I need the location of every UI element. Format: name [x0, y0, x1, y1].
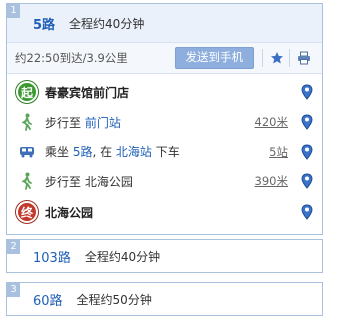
- map-pin-icon[interactable]: [300, 84, 314, 100]
- step-end: 终 北海公园: [15, 196, 314, 228]
- map-pin-icon[interactable]: [300, 114, 314, 130]
- route-total-time: 全程约50分钟: [76, 292, 152, 307]
- stop-count[interactable]: 5站: [248, 144, 288, 160]
- route-summary-bar: 约22:50到达/3.9公里 发送到手机: [7, 42, 322, 74]
- route-header[interactable]: 5路 全程约40分钟: [7, 4, 322, 42]
- divider: [262, 49, 263, 67]
- route-card-3[interactable]: 3 60路 全程约50分钟: [6, 282, 323, 316]
- walk-icon: [15, 110, 39, 134]
- step-walk: 步行至 北海公园 390米: [15, 166, 314, 196]
- route-index-badge: 2: [7, 240, 20, 254]
- send-to-phone-button[interactable]: 发送到手机: [174, 47, 254, 69]
- route-header[interactable]: 60路 全程约50分钟: [7, 283, 322, 315]
- map-pin-icon[interactable]: [300, 143, 314, 160]
- route-name[interactable]: 103路: [33, 247, 71, 266]
- star-icon[interactable]: [269, 50, 285, 66]
- bus-line-link[interactable]: 5路: [73, 145, 93, 159]
- route-steps: 起 春豪宾馆前门店 步行至 前门站 420米 乘坐 5路, 在 北海站 下车 5…: [7, 77, 322, 228]
- walk-distance[interactable]: 420米: [248, 114, 288, 130]
- end-location: 北海公园: [45, 205, 94, 220]
- route-card-2[interactable]: 2 103路 全程约40分钟: [6, 239, 323, 273]
- step-bus: 乘坐 5路, 在 北海站 下车 5站: [15, 137, 314, 166]
- route-card-1[interactable]: 1 5路 全程约40分钟 约22:50到达/3.9公里 发送到手机 起 春豪宾馆…: [6, 3, 323, 235]
- step-walk: 步行至 前门站 420米: [15, 107, 314, 137]
- map-pin-icon[interactable]: [300, 204, 314, 220]
- print-icon[interactable]: [296, 50, 312, 66]
- stop-link[interactable]: 前门站: [85, 116, 121, 130]
- start-location: 春豪宾馆前门店: [45, 85, 130, 100]
- route-name[interactable]: 5路: [33, 14, 55, 33]
- route-name[interactable]: 60路: [33, 290, 63, 309]
- route-index-badge: 3: [7, 283, 20, 297]
- map-pin-icon[interactable]: [300, 173, 314, 189]
- route-header[interactable]: 103路 全程约40分钟: [7, 240, 322, 272]
- divider: [289, 49, 290, 67]
- start-icon: 起: [15, 80, 39, 104]
- route-total-time: 全程约40分钟: [69, 16, 145, 31]
- bus-icon: [15, 140, 39, 164]
- route-index-badge: 1: [7, 4, 20, 18]
- step-start: 起 春豪宾馆前门店: [15, 77, 314, 107]
- end-icon: 终: [15, 200, 39, 224]
- route-total-time: 全程约40分钟: [84, 249, 161, 264]
- stop-link[interactable]: 北海站: [116, 145, 152, 159]
- walk-icon: [15, 169, 39, 193]
- arrival-distance: 约22:50到达/3.9公里: [15, 51, 128, 65]
- walk-distance[interactable]: 390米: [248, 173, 288, 189]
